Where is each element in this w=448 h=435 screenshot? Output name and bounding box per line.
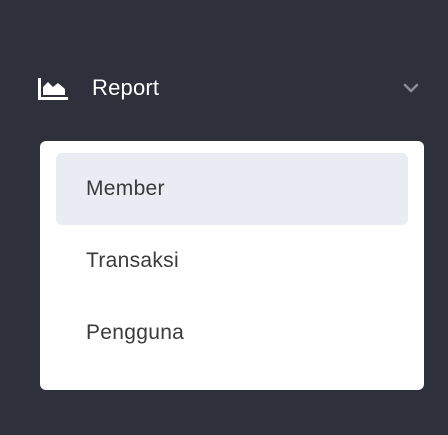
submenu-item-label: Pengguna	[86, 321, 185, 344]
area-chart-icon	[38, 78, 68, 100]
submenu-item-pengguna[interactable]: Pengguna	[56, 297, 408, 369]
submenu-item-label: Member	[86, 177, 165, 200]
submenu-item-member[interactable]: Member	[56, 153, 408, 225]
chevron-down-icon[interactable]	[403, 81, 419, 93]
submenu-item-label: Transaksi	[86, 249, 179, 272]
nav-report-toggle[interactable]: Report	[0, 60, 448, 116]
submenu-item-transaksi[interactable]: Transaksi	[56, 225, 408, 297]
sidebar: Report Member Transaksi Pengguna	[0, 0, 448, 435]
report-submenu: Member Transaksi Pengguna	[40, 141, 424, 390]
nav-report-label: Report	[92, 75, 160, 100]
